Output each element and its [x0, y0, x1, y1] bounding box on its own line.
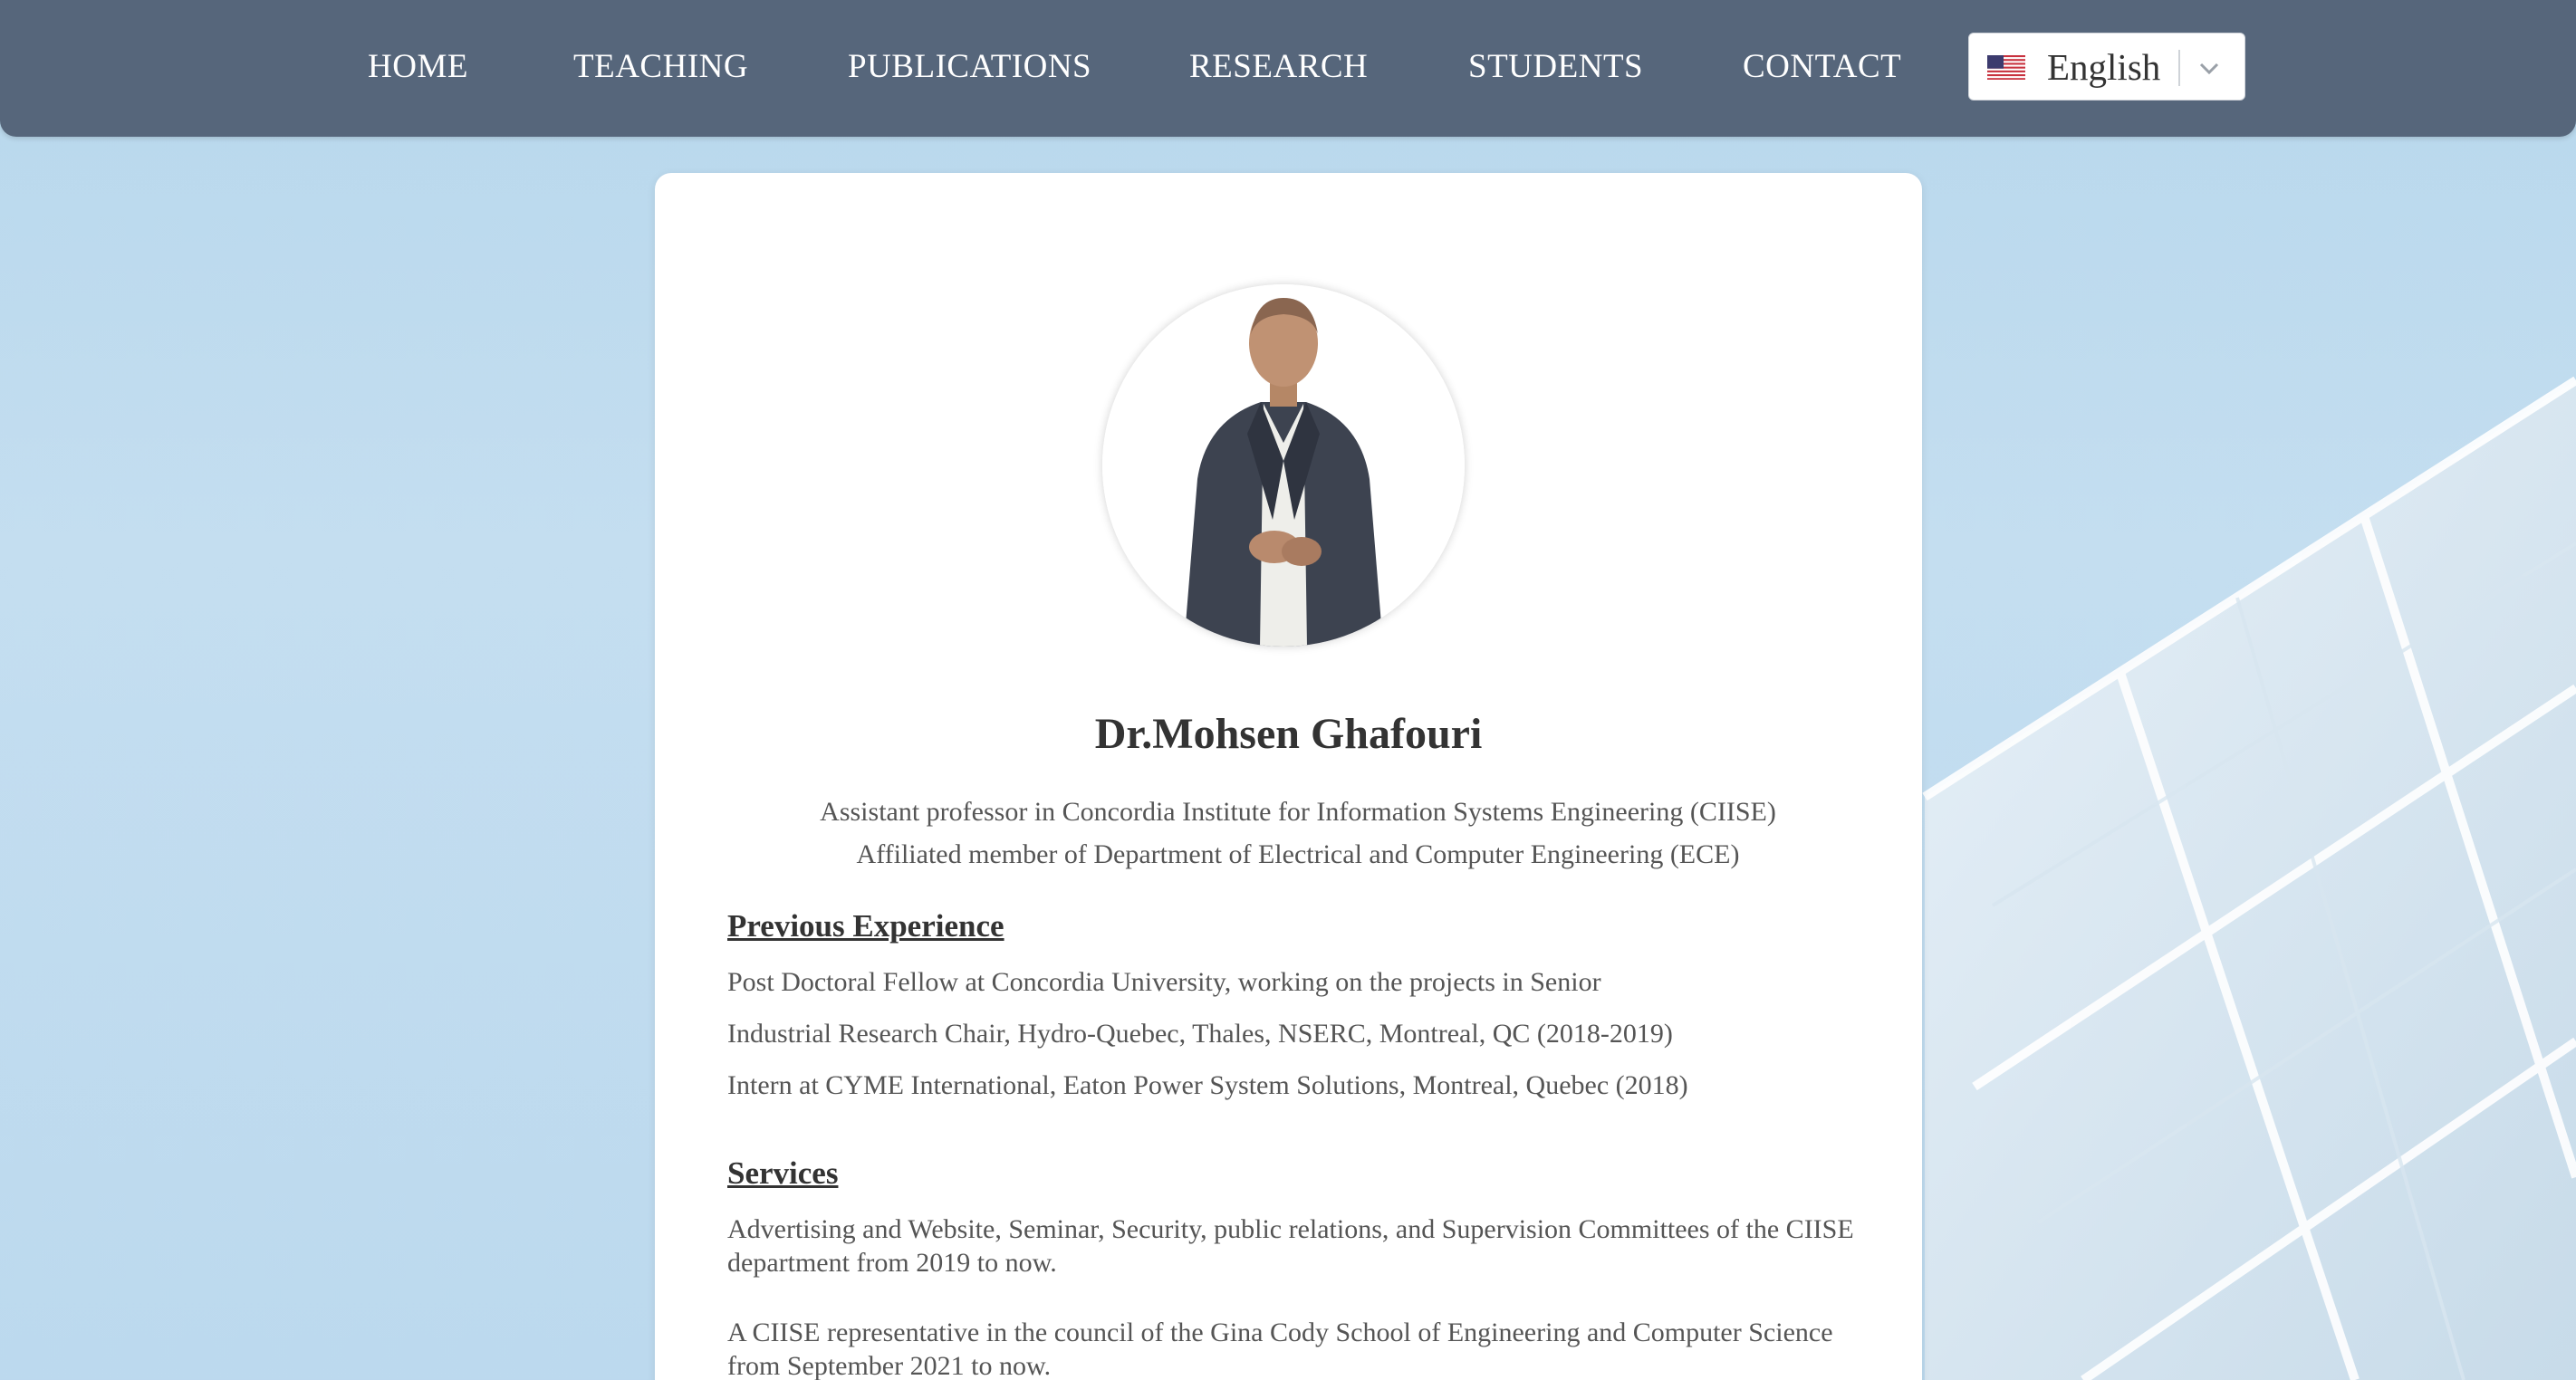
services-heading: Services: [727, 1155, 839, 1191]
profile-name: Dr.Mohsen Ghafouri: [1094, 710, 1483, 758]
services-paragraph-1: Advertising and Website, Seminar, Securi…: [727, 1214, 1854, 1278]
experience-line-2: Industrial Research Chair, Hydro-Quebec,…: [727, 1019, 1673, 1049]
nav-contact[interactable]: CONTACT: [1743, 45, 1901, 89]
profile-subtitle-line-2: Affiliated member of Department of Elect…: [856, 839, 1740, 869]
nav-research[interactable]: RESEARCH: [1189, 45, 1368, 89]
nav-teaching[interactable]: TEACHING: [573, 45, 748, 89]
services-paragraph-2: A CIISE representative in the council of…: [727, 1318, 1833, 1380]
language-label: English: [2047, 46, 2161, 88]
nav-publications[interactable]: PUBLICATIONS: [848, 45, 1091, 89]
nav-students[interactable]: STUDENTS: [1468, 45, 1643, 89]
profile-photo: [1102, 284, 1465, 647]
top-navbar: HOME TEACHING PUBLICATIONS RESEARCH STUD…: [0, 0, 2576, 137]
us-flag-icon: [1987, 55, 2025, 80]
profile-card: Dr.Mohsen Ghafouri Assistant professor i…: [655, 173, 1922, 1380]
experience-line-3: Intern at CYME International, Eaton Powe…: [727, 1070, 1688, 1100]
nav-home[interactable]: HOME: [368, 45, 468, 89]
language-selector[interactable]: English: [1968, 33, 2245, 101]
language-divider: [2178, 50, 2180, 86]
profile-subtitle-line-1: Assistant professor in Concordia Institu…: [820, 797, 1776, 827]
previous-experience-heading: Previous Experience: [727, 908, 1004, 944]
chevron-down-icon[interactable]: [2196, 56, 2223, 80]
experience-line-1: Post Doctoral Fellow at Concordia Univer…: [727, 967, 1601, 997]
